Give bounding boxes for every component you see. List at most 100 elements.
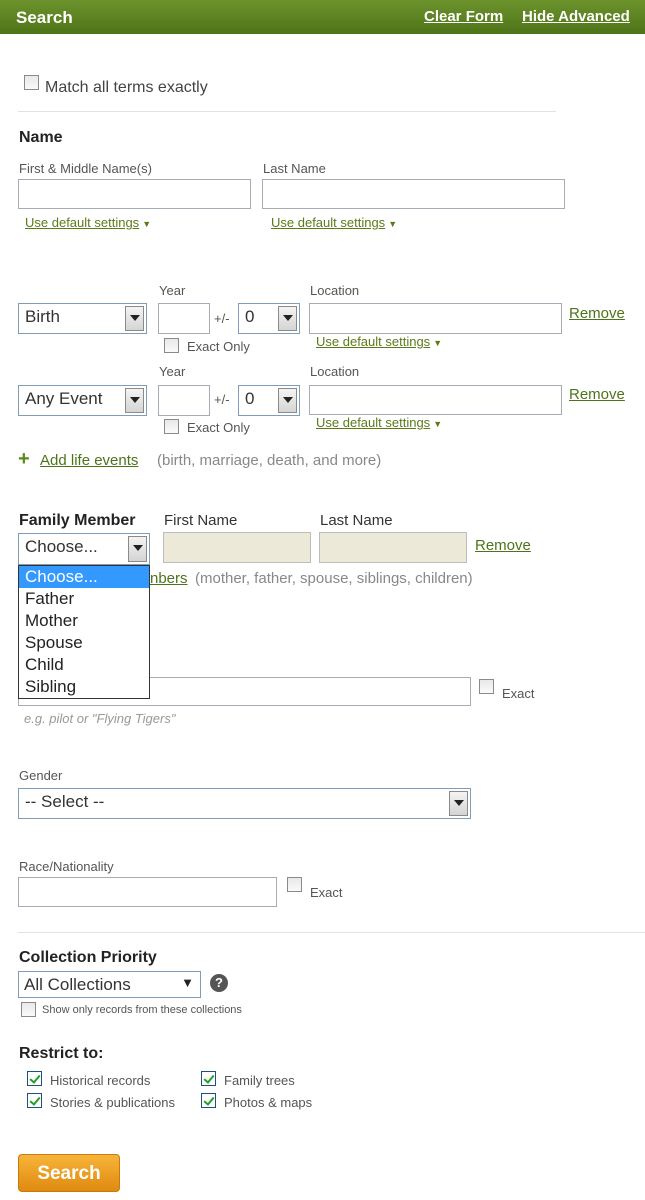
divider — [18, 111, 556, 112]
last-name-input[interactable] — [262, 179, 565, 209]
search-button[interactable]: Search — [18, 1154, 120, 1192]
exact-only-checkbox[interactable] — [164, 338, 179, 353]
option-choose[interactable]: Choose... — [19, 566, 149, 588]
match-exact-label: Match all terms exactly — [45, 79, 208, 96]
selected-value: All Collections — [24, 975, 131, 994]
selected-value: 0 — [245, 307, 255, 326]
stories-publications-checkbox[interactable] — [27, 1093, 42, 1108]
race-input[interactable] — [18, 877, 277, 907]
location-default-settings-link[interactable]: Use default settings ▼ — [316, 415, 442, 430]
divider — [18, 932, 645, 933]
dropdown-arrow-icon — [278, 388, 297, 413]
selected-value: Birth — [25, 307, 60, 326]
option-child[interactable]: Child — [19, 654, 149, 676]
last-name-default-settings-link[interactable]: Use default settings ▼ — [271, 215, 397, 230]
year-input[interactable] — [158, 385, 210, 416]
selected-value: -- Select -- — [25, 792, 105, 811]
family-last-name-input[interactable] — [319, 532, 467, 563]
event-type-select[interactable]: Birth — [18, 303, 147, 334]
year-label: Year — [159, 364, 186, 379]
caret-down-icon: ▼ — [433, 338, 443, 348]
family-last-name-label: Last Name — [320, 512, 393, 529]
year-range-select[interactable]: 0 — [238, 303, 300, 334]
location-default-settings-link[interactable]: Use default settings ▼ — [316, 334, 442, 349]
name-heading: Name — [19, 129, 63, 146]
keyword-example: e.g. pilot or "Flying Tigers" — [24, 711, 176, 726]
first-name-label: First & Middle Name(s) — [19, 161, 152, 176]
family-first-name-label: First Name — [164, 512, 238, 529]
family-member-label: Family Member — [19, 512, 136, 529]
event-type-select[interactable]: Any Event — [18, 385, 147, 416]
dropdown-arrow-icon — [278, 306, 297, 331]
location-label: Location — [310, 364, 360, 379]
show-only-collections-checkbox[interactable] — [21, 1002, 36, 1017]
photos-maps-label: Photos & maps — [224, 1095, 313, 1110]
historical-records-checkbox[interactable] — [27, 1071, 42, 1086]
caret-down-icon: ▼ — [388, 219, 398, 229]
remove-event-link[interactable]: Remove — [569, 305, 625, 322]
show-only-collections-label: Show only records from these collections — [42, 1004, 242, 1016]
match-exact-checkbox[interactable] — [24, 75, 39, 90]
help-icon[interactable]: ? — [210, 974, 228, 992]
plus-minus-label: +/- — [214, 311, 230, 326]
add-life-events-hint: (birth, marriage, death, and more) — [157, 452, 382, 469]
dropdown-arrow-icon — [128, 536, 147, 562]
last-name-label: Last Name — [263, 161, 326, 176]
caret-down-icon: ▼ — [433, 419, 443, 429]
option-sibling[interactable]: Sibling — [19, 676, 149, 698]
collection-priority-select[interactable]: All Collections ▼ — [18, 971, 201, 998]
first-name-input[interactable] — [18, 179, 251, 209]
dropdown-arrow-icon — [125, 388, 144, 413]
option-mother[interactable]: Mother — [19, 610, 149, 632]
link-text: Use default settings — [271, 215, 386, 230]
family-trees-checkbox[interactable] — [201, 1071, 216, 1086]
year-range-select[interactable]: 0 — [238, 385, 300, 416]
dropdown-arrow-icon — [449, 791, 468, 816]
add-plus-icon: + — [18, 448, 30, 470]
link-text: Use default settings — [316, 334, 431, 349]
location-input[interactable] — [309, 303, 562, 334]
gender-label: Gender — [19, 768, 63, 783]
race-label: Race/Nationality — [19, 859, 114, 874]
selected-value: Any Event — [25, 389, 103, 408]
restrict-to-heading: Restrict to: — [19, 1045, 104, 1062]
year-input[interactable] — [158, 303, 210, 334]
photos-maps-checkbox[interactable] — [201, 1093, 216, 1108]
collection-priority-heading: Collection Priority — [19, 949, 157, 966]
family-first-name-input[interactable] — [163, 532, 311, 563]
location-label: Location — [310, 283, 360, 298]
add-family-members-link[interactable]: nbers — [150, 570, 188, 587]
stories-publications-label: Stories & publications — [50, 1095, 176, 1110]
race-exact-checkbox[interactable] — [287, 877, 302, 892]
caret-down-icon: ▼ — [142, 219, 152, 229]
family-member-dropdown-list: Choose... Father Mother Spouse Child Sib… — [18, 565, 150, 699]
exact-only-label: Exact Only — [187, 339, 250, 354]
link-text: Use default settings — [316, 415, 431, 430]
clear-form-link[interactable]: Clear Form — [424, 8, 503, 25]
keyword-exact-checkbox[interactable] — [479, 679, 494, 694]
plus-minus-label: +/- — [214, 392, 230, 407]
keyword-exact-label: Exact — [502, 686, 535, 701]
caret-down-icon: ▼ — [181, 975, 194, 990]
option-father[interactable]: Father — [19, 588, 149, 610]
selected-value: 0 — [245, 389, 255, 408]
add-life-events-link[interactable]: Add life events — [40, 452, 138, 469]
location-input[interactable] — [309, 385, 562, 415]
remove-family-member-link[interactable]: Remove — [475, 537, 531, 554]
race-exact-label: Exact — [310, 885, 343, 900]
selected-value: Choose... — [25, 537, 98, 556]
first-name-default-settings-link[interactable]: Use default settings ▼ — [25, 215, 151, 230]
search-title: Search — [16, 8, 73, 27]
historical-records-label: Historical records — [50, 1073, 151, 1088]
exact-only-checkbox[interactable] — [164, 419, 179, 434]
option-spouse[interactable]: Spouse — [19, 632, 149, 654]
hide-advanced-link[interactable]: Hide Advanced — [522, 8, 630, 25]
gender-select[interactable]: -- Select -- — [18, 788, 471, 819]
remove-event-link[interactable]: Remove — [569, 386, 625, 403]
family-members-hint: (mother, father, spouse, siblings, child… — [195, 570, 473, 587]
dropdown-arrow-icon — [125, 306, 144, 331]
exact-only-label: Exact Only — [187, 420, 250, 435]
family-member-select[interactable]: Choose... — [18, 533, 150, 565]
link-text: Use default settings — [25, 215, 140, 230]
year-label: Year — [159, 283, 186, 298]
